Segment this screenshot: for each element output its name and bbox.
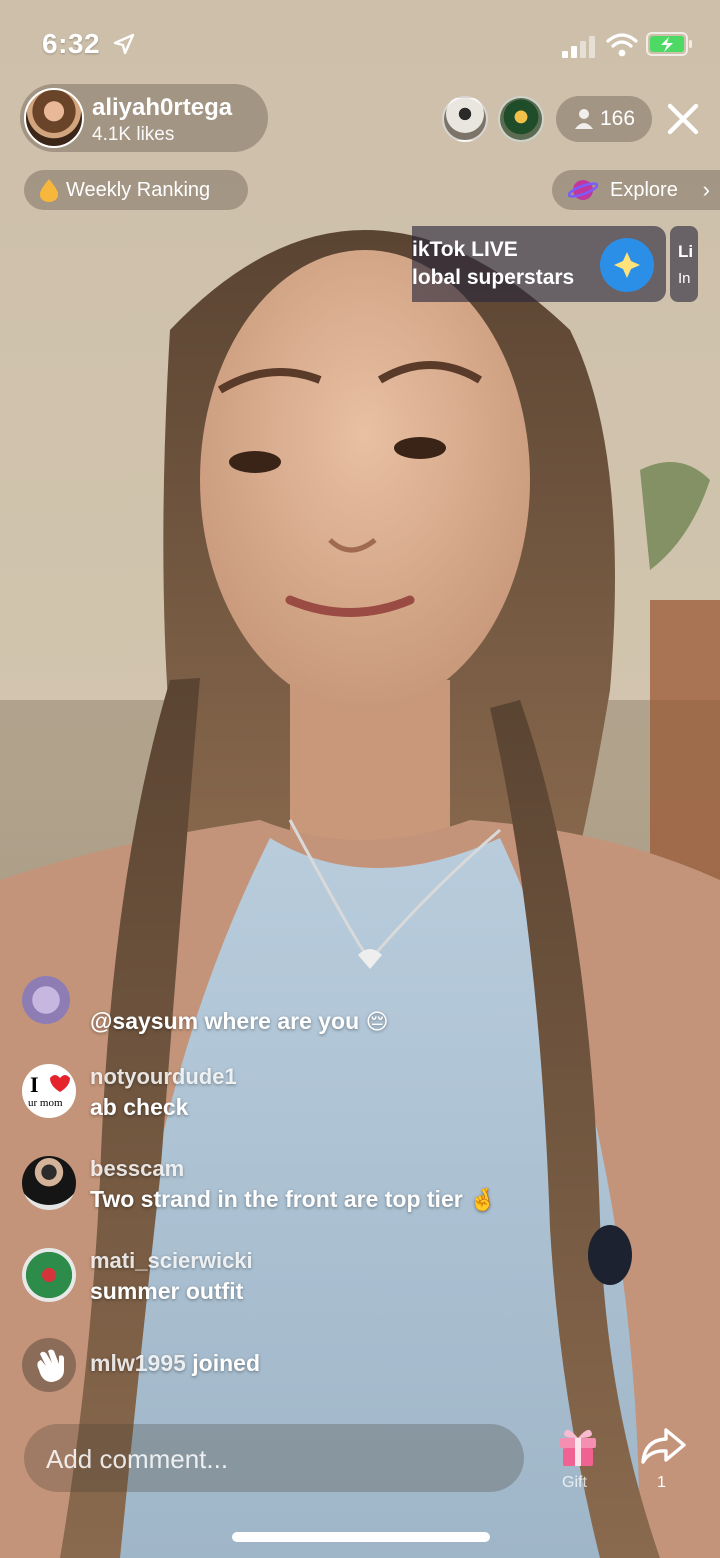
chat-avatar[interactable] bbox=[22, 976, 70, 1024]
crossed-fingers-emoji: 🤞 bbox=[469, 1188, 497, 1213]
promo-next-title: Li bbox=[678, 242, 694, 261]
chat-username[interactable]: mlw1995 bbox=[90, 1350, 186, 1376]
pensive-emoji: 😔 bbox=[365, 1010, 389, 1035]
svg-text:I: I bbox=[30, 1072, 39, 1097]
drop-icon bbox=[39, 179, 59, 202]
globe-icon bbox=[600, 238, 654, 292]
viewer-avatar[interactable] bbox=[442, 96, 488, 142]
chat-message: besscam Two strand in the front are top … bbox=[22, 1156, 702, 1220]
planet-icon bbox=[568, 180, 598, 200]
weekly-ranking-label: Weekly Ranking bbox=[66, 179, 211, 201]
gift-label: Gift bbox=[562, 1474, 587, 1491]
viewer-avatar[interactable] bbox=[498, 96, 544, 142]
explore-button[interactable]: Explore › bbox=[552, 170, 720, 210]
i-heart-ur-mom-icon: I ur mom bbox=[28, 1072, 70, 1109]
chat-username[interactable]: besscam bbox=[90, 1156, 184, 1182]
comment-input[interactable]: Add comment... bbox=[24, 1424, 524, 1492]
chat-text: Two strand in the front are top tier 🤞 bbox=[90, 1186, 497, 1213]
waving-hand-icon bbox=[22, 1338, 76, 1392]
viewer-count-button[interactable]: 166 bbox=[556, 96, 652, 142]
location-arrow-icon bbox=[113, 33, 135, 55]
chat-avatar[interactable] bbox=[22, 1248, 76, 1302]
svg-text:ur mom: ur mom bbox=[28, 1097, 63, 1109]
chat-join-notice: mlw1995 joined bbox=[22, 1338, 702, 1392]
explore-label: Explore bbox=[610, 179, 678, 201]
host-likes: 4.1K likes bbox=[92, 124, 175, 145]
promo-banner[interactable]: ikTok LIVE lobal superstars bbox=[412, 226, 666, 302]
chat-join-text: joined bbox=[192, 1350, 261, 1376]
status-time: 6:32 bbox=[42, 28, 101, 59]
chat-avatar[interactable]: I ur mom bbox=[22, 1064, 76, 1118]
comment-placeholder: Add comment... bbox=[46, 1444, 229, 1474]
battery-charging-icon bbox=[646, 32, 692, 56]
chat-message: mati_scierwicki summer outfit bbox=[22, 1248, 702, 1312]
wifi-icon bbox=[606, 33, 638, 57]
chat-message-text: Two strand in the front are top tier bbox=[90, 1186, 463, 1212]
share-icon[interactable] bbox=[640, 1426, 686, 1466]
chat-message-text: ab check bbox=[90, 1094, 189, 1120]
chat-username[interactable]: mati_scierwicki bbox=[90, 1248, 253, 1274]
close-icon[interactable] bbox=[664, 100, 702, 138]
host-username: aliyah0rtega bbox=[92, 94, 233, 121]
host-profile-pill[interactable]: aliyah0rtega 4.1K likes bbox=[20, 84, 268, 152]
viewer-count-value: 166 bbox=[600, 107, 636, 130]
chat-username[interactable]: notyourdude1 bbox=[90, 1064, 237, 1090]
chat-text: mlw1995 joined bbox=[90, 1350, 260, 1377]
host-avatar[interactable] bbox=[24, 88, 84, 148]
home-indicator[interactable] bbox=[232, 1532, 490, 1542]
gift-icon[interactable] bbox=[556, 1424, 600, 1468]
chat-message-text: @saysum where are you bbox=[90, 1008, 360, 1034]
chat-text: @saysum where are you 😔 bbox=[90, 1008, 389, 1035]
signal-icon bbox=[562, 36, 595, 58]
chat-message-text: summer outfit bbox=[90, 1278, 244, 1304]
promo-next-subtitle: In bbox=[678, 270, 691, 287]
chevron-right-icon: › bbox=[702, 177, 710, 202]
share-count: 1 bbox=[657, 1474, 666, 1491]
promo-subtitle: lobal superstars bbox=[412, 266, 575, 289]
chat-avatar[interactable] bbox=[22, 1156, 76, 1210]
status-bar: 6:32 bbox=[0, 0, 720, 84]
chat-message: I ur mom notyourdude1 ab check bbox=[22, 1064, 702, 1128]
promo-title: ikTok LIVE bbox=[412, 238, 518, 261]
person-icon bbox=[575, 109, 593, 129]
promo-banner-next[interactable]: Li In bbox=[670, 226, 698, 302]
weekly-ranking-button[interactable]: Weekly Ranking bbox=[24, 170, 248, 210]
chat-message: @saysum where are you 😔 bbox=[22, 976, 702, 1035]
